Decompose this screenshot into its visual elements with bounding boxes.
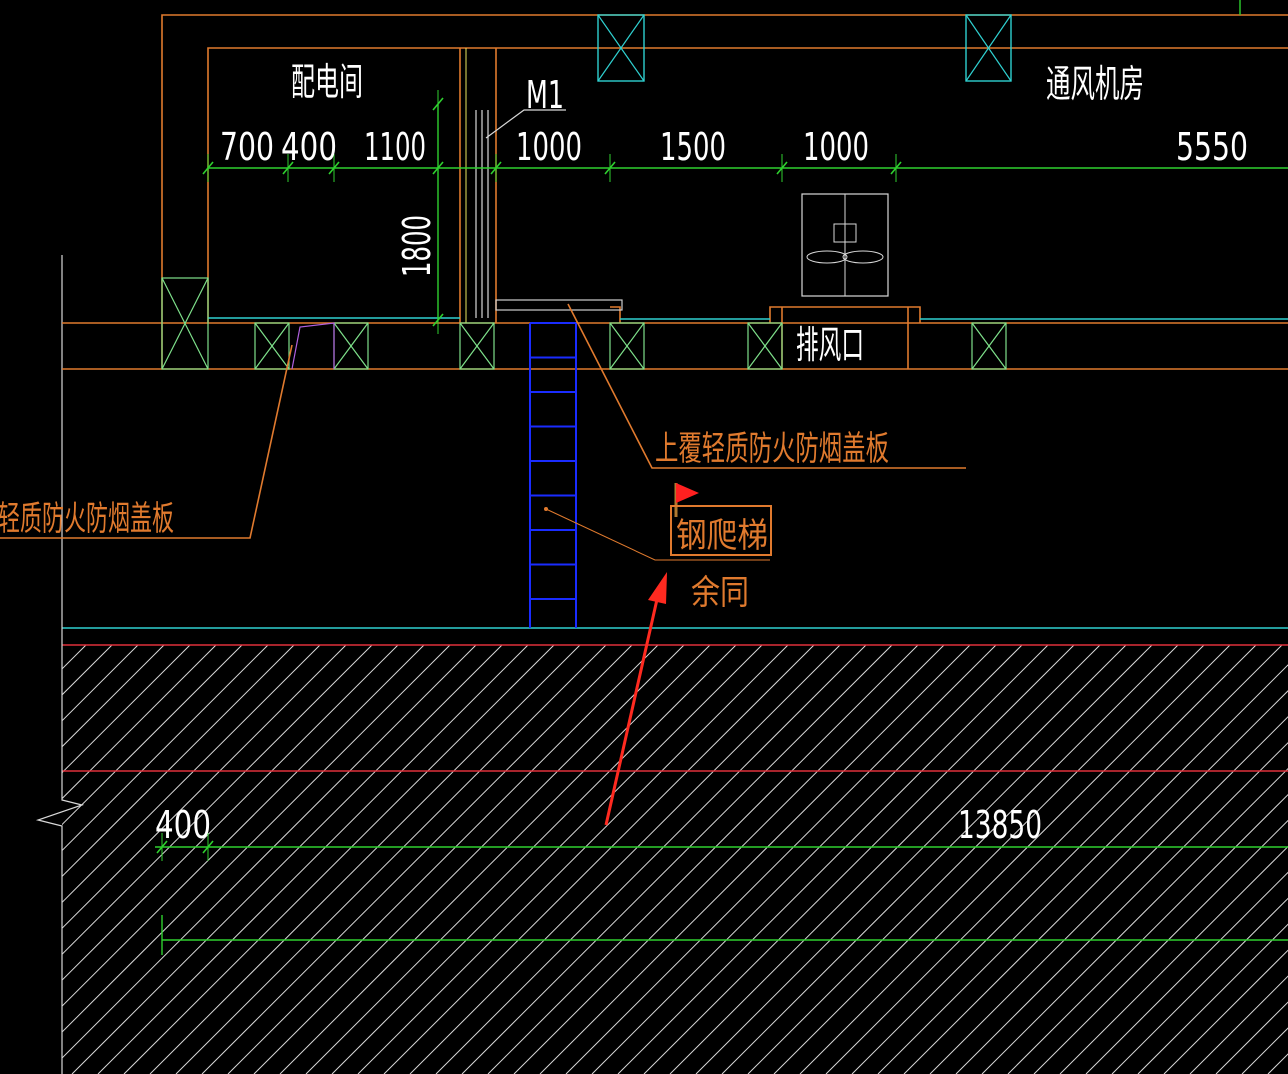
hatch-line	[0, 645, 60, 1074]
hatch-line	[123, 645, 555, 1074]
hatch-line	[461, 645, 893, 1074]
hatch-line	[409, 645, 841, 1074]
hatch-line	[62, 645, 295, 878]
cover-plate-note-right: 上覆轻质防火防烟盖板	[655, 429, 889, 469]
hatch-line	[1007, 793, 1288, 1074]
hatch-line	[643, 645, 1075, 1074]
hatch-line	[62, 645, 243, 826]
hatch-line	[591, 645, 1023, 1074]
hatch-line	[1085, 871, 1288, 1074]
cyan-lines	[208, 317, 1288, 320]
hatch-line	[0, 645, 8, 1074]
hatch-line	[279, 645, 711, 1074]
hatch-line	[513, 645, 945, 1074]
hatch-line	[62, 645, 347, 930]
hatch-line	[565, 645, 997, 1074]
hatch-line	[955, 742, 1288, 1074]
cover-plate	[495, 299, 623, 311]
hatch-line	[227, 645, 659, 1074]
hatch-line	[1267, 1053, 1288, 1074]
dim-top-4: 1500	[660, 125, 726, 169]
dim-bottom-main: 13850	[958, 803, 1042, 847]
same-elsewhere-label: 余同	[691, 573, 749, 613]
hatch-line	[695, 645, 1127, 1074]
fan-icon	[801, 193, 889, 297]
flag-icon	[674, 483, 699, 517]
column-x-box	[459, 322, 495, 370]
hatch-line	[62, 645, 425, 1007]
hatch-line	[175, 645, 607, 1074]
hatch-line	[357, 645, 789, 1074]
red-arrow-icon	[604, 572, 667, 826]
hatch-line	[669, 645, 1101, 1074]
hatch-line	[617, 645, 1049, 1074]
hatch-line	[62, 645, 139, 722]
exhaust-outlet-label: 排风口	[796, 323, 864, 367]
hatch-line	[981, 768, 1288, 1074]
hatch-line	[1215, 1001, 1288, 1074]
dim-bottom-left: 400	[155, 803, 211, 847]
dim-top-1: 400	[281, 125, 337, 169]
hatch-line	[1137, 923, 1288, 1074]
hatch-line	[62, 645, 451, 1033]
hatch-line	[383, 645, 815, 1074]
door-m1-lines	[465, 48, 489, 323]
cad-drawing: 配电间 通风机房 M1 700 400 1100 1000 1500 1000 …	[0, 0, 1288, 1074]
hatch-line	[201, 645, 633, 1074]
column-x-box	[609, 322, 645, 370]
hatch-line	[903, 690, 1288, 1074]
hatch-line	[747, 645, 1179, 1074]
hatch-line	[1189, 975, 1288, 1074]
column-x-box	[333, 322, 369, 370]
hatch-line	[62, 645, 321, 904]
hatch-line	[487, 645, 919, 1074]
column-x-box	[254, 322, 290, 370]
steel-ladder-label: 钢爬梯	[676, 516, 768, 556]
hatch-line	[825, 645, 1257, 1074]
hatch-line	[149, 645, 581, 1074]
hatch-line	[799, 645, 1231, 1074]
hatch-line	[0, 645, 34, 1074]
hatch-line	[305, 645, 737, 1074]
room-label-power: 配电间	[291, 60, 363, 104]
dim-top-3: 1000	[516, 125, 582, 169]
room-label-ventilation: 通风机房	[1046, 62, 1144, 106]
hatch-line	[62, 645, 113, 696]
hatch-line	[539, 645, 971, 1074]
hatch-line	[721, 645, 1153, 1074]
hatch-line	[62, 645, 477, 1059]
hatch-line	[435, 645, 867, 1074]
hatch-line	[1111, 897, 1288, 1074]
dim-top-0: 700	[220, 125, 274, 169]
opening-marker	[291, 322, 335, 370]
hatch-line	[62, 645, 165, 748]
hatch-line	[851, 645, 1283, 1074]
hatch-line	[331, 645, 763, 1074]
hatch-line	[253, 645, 685, 1074]
hatch-line	[62, 645, 373, 955]
hatch-line	[877, 664, 1288, 1074]
hatch-line	[71, 645, 503, 1074]
hatch-line	[62, 645, 269, 852]
dim-top-6: 5550	[1176, 125, 1248, 169]
dim-vertical: 1800	[395, 215, 439, 277]
slab-hatch	[0, 645, 1288, 1074]
dim-top-2: 1100	[364, 125, 426, 169]
cover-plate-note-left: 轻质防火防烟盖板	[0, 499, 174, 539]
column-x-box	[747, 322, 783, 370]
hatch-line	[773, 645, 1205, 1074]
door-tag: M1	[526, 73, 564, 117]
column-x-box	[971, 322, 1007, 370]
dim-top-5: 1000	[803, 125, 869, 169]
left-boundary-break-line	[35, 255, 85, 1074]
